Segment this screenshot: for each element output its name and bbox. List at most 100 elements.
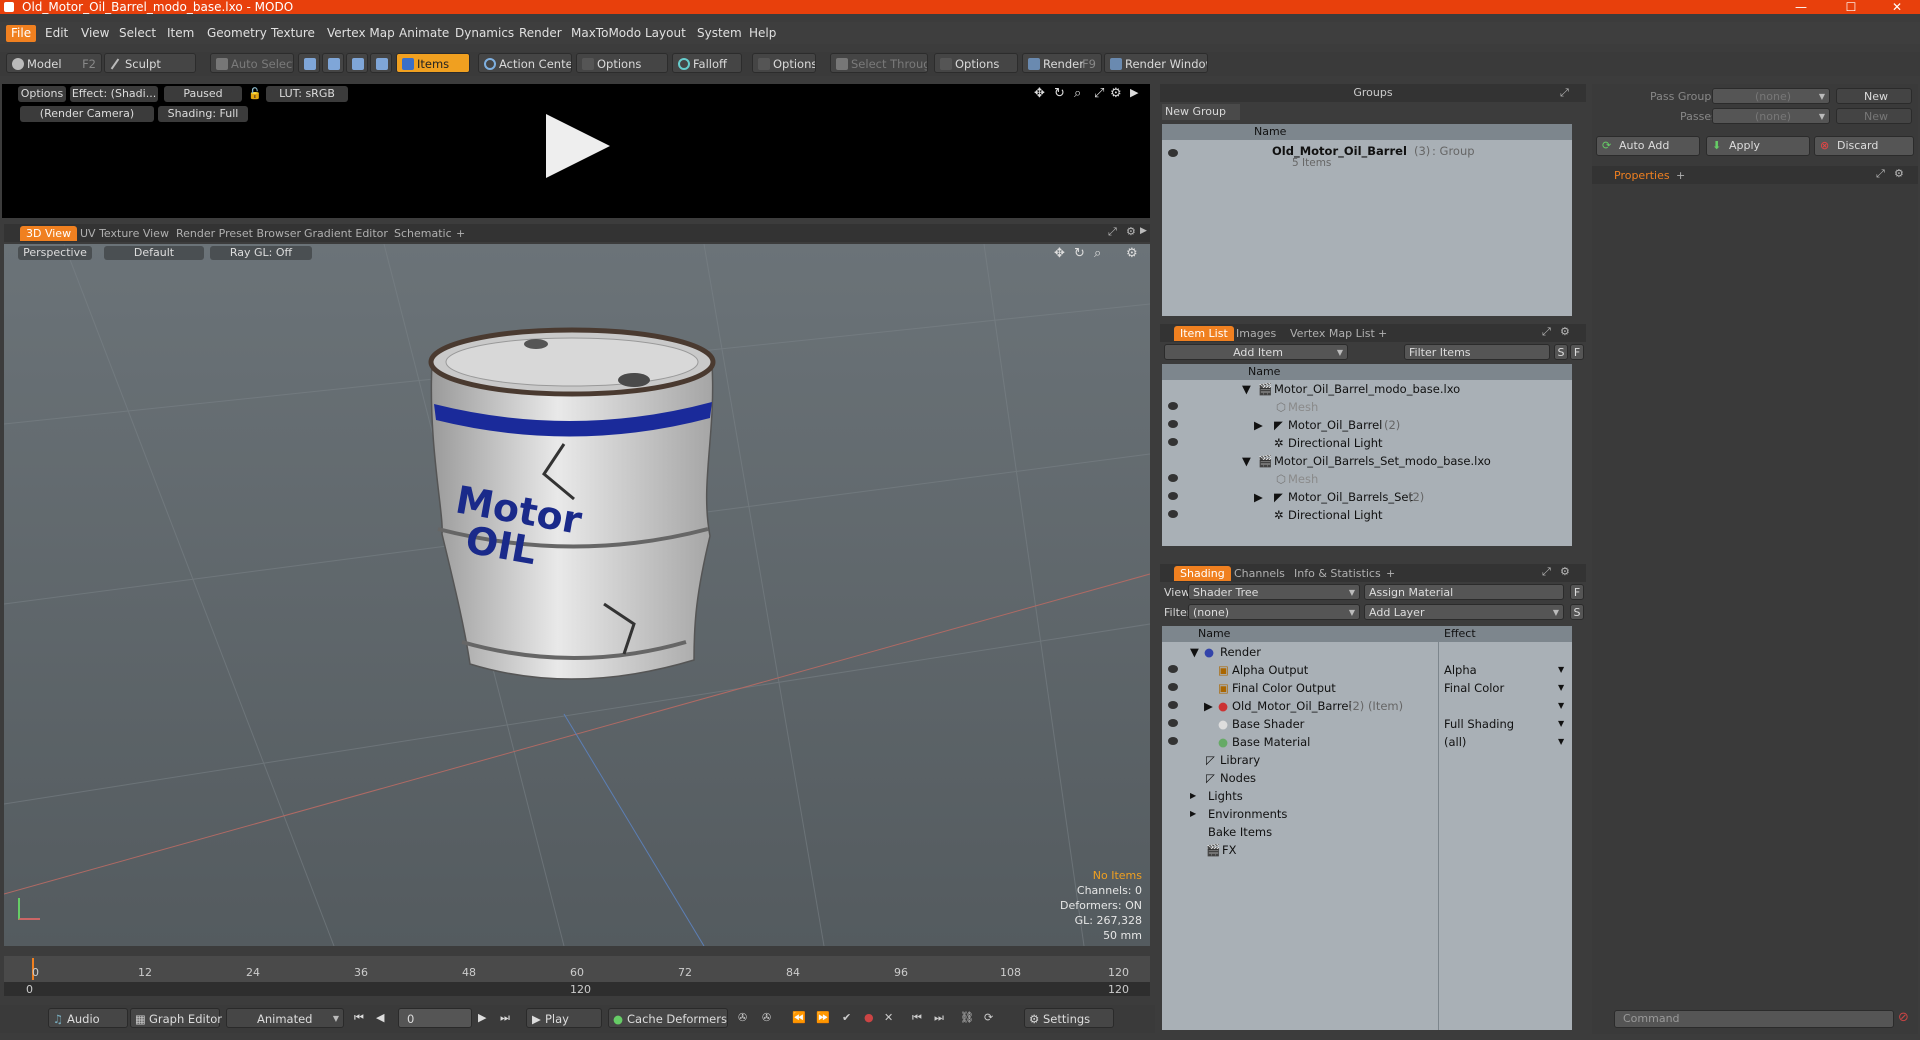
discard-button[interactable]: ⊗ Discard bbox=[1814, 136, 1914, 156]
menu-file[interactable]: File bbox=[6, 25, 37, 42]
render-preview[interactable]: Options Effect: (Shadi... Paused 🔓 LUT: … bbox=[2, 84, 1150, 218]
next-marker-icon[interactable]: ⏭ bbox=[934, 1011, 944, 1025]
default-shading-dropdown[interactable]: Default bbox=[104, 246, 204, 260]
tree-row-scene-2[interactable]: ▼ 🎬 Motor_Oil_Barrels_Set_modo_base.lxo bbox=[1162, 452, 1572, 470]
add-tab-button[interactable]: + bbox=[1380, 566, 1401, 581]
render-camera-dropdown[interactable]: (Render Camera) bbox=[20, 106, 154, 122]
visibility-eye-icon[interactable] bbox=[1168, 402, 1178, 410]
perspective-dropdown[interactable]: Perspective bbox=[18, 246, 92, 260]
visibility-eye-icon[interactable] bbox=[1168, 420, 1178, 428]
menu-system[interactable]: System bbox=[692, 25, 747, 42]
shading-filter-dropdown[interactable]: (none) bbox=[1188, 604, 1360, 621]
effect-dropdown-arrow[interactable]: ▼ bbox=[1558, 697, 1564, 715]
render-window-button[interactable]: Render Window bbox=[1104, 53, 1208, 73]
shading-s-button[interactable]: S bbox=[1570, 604, 1584, 620]
record-icon[interactable]: ● bbox=[864, 1011, 874, 1024]
effect-dropdown-arrow[interactable]: ▼ bbox=[1558, 733, 1564, 751]
passes-dropdown[interactable]: (none) bbox=[1712, 108, 1830, 125]
gear-icon[interactable]: ⚙ bbox=[1560, 565, 1570, 578]
tab-shading[interactable]: Shading bbox=[1174, 566, 1231, 581]
action-center-options-button[interactable]: Options bbox=[576, 53, 668, 73]
select-edges-button[interactable] bbox=[322, 53, 344, 73]
expand-arrow-icon[interactable]: ▶ bbox=[1254, 416, 1263, 434]
3d-viewport[interactable]: Motor OIL Perspective Default Ray GL: Of… bbox=[4, 244, 1150, 946]
gear-icon[interactable]: ⚙ bbox=[1110, 86, 1122, 101]
tab-vertex-map-list[interactable]: Vertex Map List bbox=[1284, 326, 1381, 341]
settings-button[interactable]: ⚙ Settings bbox=[1024, 1008, 1114, 1028]
tab-gradient-editor[interactable]: Gradient Editor bbox=[298, 226, 394, 241]
visibility-eye-icon[interactable] bbox=[1168, 737, 1178, 745]
shading-dropdown[interactable]: Shading: Full bbox=[158, 106, 248, 122]
model-mode-button[interactable]: Model F2 bbox=[6, 53, 102, 73]
go-to-start-icon[interactable]: ⏮ bbox=[354, 1011, 364, 1025]
expand-icon[interactable]: ⤢ bbox=[1876, 167, 1885, 181]
tab-schematic[interactable]: Schematic bbox=[388, 226, 458, 241]
filter-items-input[interactable]: Filter Items bbox=[1404, 344, 1550, 360]
tab-3d-view[interactable]: 3D View bbox=[20, 226, 78, 241]
visibility-eye-icon[interactable] bbox=[1168, 510, 1178, 518]
expand-arrow-icon[interactable]: ▶ bbox=[1204, 697, 1213, 715]
menu-texture[interactable]: Texture bbox=[266, 25, 320, 42]
menu-select[interactable]: Select bbox=[114, 25, 161, 42]
menu-geometry[interactable]: Geometry bbox=[202, 25, 272, 42]
expand-arrow-icon[interactable]: ▼ bbox=[1242, 380, 1251, 398]
go-to-end-icon[interactable]: ⏭ bbox=[500, 1011, 510, 1025]
expand-icon[interactable]: ⤢ bbox=[1560, 86, 1569, 100]
visibility-eye-icon[interactable] bbox=[1168, 492, 1178, 500]
key-all-icon[interactable]: ✇ bbox=[762, 1011, 771, 1024]
timeline[interactable]: 0 12 24 36 48 60 72 84 96 108 120 0 120 … bbox=[4, 956, 1150, 996]
menu-maxtomodo[interactable]: MaxToModo bbox=[566, 25, 646, 42]
add-item-dropdown[interactable]: Add Item bbox=[1164, 344, 1348, 361]
rotate-icon[interactable]: ↻ bbox=[1054, 86, 1065, 101]
auto-add-button[interactable]: ⟳ Auto Add bbox=[1596, 136, 1700, 156]
new-pass-group-button[interactable]: New bbox=[1836, 88, 1912, 104]
filter-s-button[interactable]: S bbox=[1554, 344, 1568, 360]
visibility-eye-icon[interactable] bbox=[1168, 719, 1178, 727]
set-key-icon[interactable]: ✔ bbox=[842, 1011, 851, 1024]
shader-tree-view-dropdown[interactable]: Shader Tree bbox=[1188, 584, 1360, 601]
close-button[interactable]: ✕ bbox=[1874, 0, 1920, 14]
tab-properties[interactable]: Properties bbox=[1608, 168, 1676, 183]
apply-button[interactable]: ⬇ Apply bbox=[1706, 136, 1810, 156]
effect-dropdown-arrow[interactable]: ▼ bbox=[1558, 715, 1564, 733]
shading-f-button[interactable]: F bbox=[1570, 584, 1584, 600]
next-key-icon[interactable]: ⏩ bbox=[816, 1011, 830, 1024]
play-icon[interactable] bbox=[546, 114, 610, 178]
tree-row-mesh-2[interactable]: ⬡ Mesh bbox=[1162, 470, 1572, 488]
visibility-eye-icon[interactable] bbox=[1168, 474, 1178, 482]
visibility-eye-icon[interactable] bbox=[1168, 665, 1178, 673]
falloff-options-button[interactable]: Options bbox=[752, 53, 816, 73]
audio-button[interactable]: ♫ Audio bbox=[48, 1008, 128, 1028]
menu-render[interactable]: Render bbox=[514, 25, 567, 42]
shader-row-alpha-output[interactable]: ▣ Alpha Output Alpha ▼ bbox=[1162, 661, 1572, 679]
frame-input[interactable]: 0 bbox=[398, 1008, 472, 1028]
items-mode-button[interactable]: Items bbox=[396, 53, 470, 73]
gear-icon[interactable]: ⚙ bbox=[1126, 225, 1136, 238]
rotate-icon[interactable]: ↻ bbox=[1074, 246, 1085, 261]
tree-row-barrels-set[interactable]: ▶ ◤ Motor_Oil_Barrels_Set (2) bbox=[1162, 488, 1572, 506]
maximize-viewport-icon[interactable]: ⤢ bbox=[1094, 86, 1104, 101]
tree-row-light-1[interactable]: ✲ Directional Light bbox=[1162, 434, 1572, 452]
add-tab-button[interactable]: + bbox=[450, 226, 471, 241]
pan-icon[interactable]: ✥ bbox=[1054, 246, 1065, 261]
shader-row-nodes[interactable]: ◸ Nodes bbox=[1162, 769, 1572, 787]
select-polygons-button[interactable] bbox=[346, 53, 368, 73]
play-button[interactable]: ▶ Play bbox=[526, 1008, 602, 1028]
menu-dynamics[interactable]: Dynamics bbox=[450, 25, 519, 42]
select-through-button[interactable]: Select Through bbox=[830, 53, 928, 73]
add-layer-dropdown[interactable]: Add Layer bbox=[1364, 604, 1564, 621]
cache-deformers-button[interactable]: ● Cache Deformers bbox=[608, 1008, 728, 1028]
auto-select-button[interactable]: Auto Select bbox=[210, 53, 294, 73]
tree-row-barrel[interactable]: ▶ ◤ Motor_Oil_Barrel (2) bbox=[1162, 416, 1572, 434]
render-options-button[interactable]: Options bbox=[18, 86, 66, 102]
visibility-eye-icon[interactable] bbox=[1168, 683, 1178, 691]
gear-icon[interactable]: ⚙ bbox=[1560, 325, 1570, 338]
oil-barrel-model[interactable]: Motor OIL bbox=[424, 324, 724, 704]
tree-row-mesh-1[interactable]: ⬡ Mesh bbox=[1162, 398, 1572, 416]
add-tab-button[interactable]: + bbox=[1670, 168, 1691, 183]
gear-icon[interactable]: ⚙ bbox=[1894, 167, 1904, 180]
tab-info-statistics[interactable]: Info & Statistics bbox=[1288, 566, 1387, 581]
assign-material-button[interactable]: Assign Material bbox=[1364, 584, 1564, 600]
loop-icon[interactable]: ⟳ bbox=[984, 1011, 993, 1024]
sculpt-mode-button[interactable]: Sculpt bbox=[104, 53, 196, 73]
